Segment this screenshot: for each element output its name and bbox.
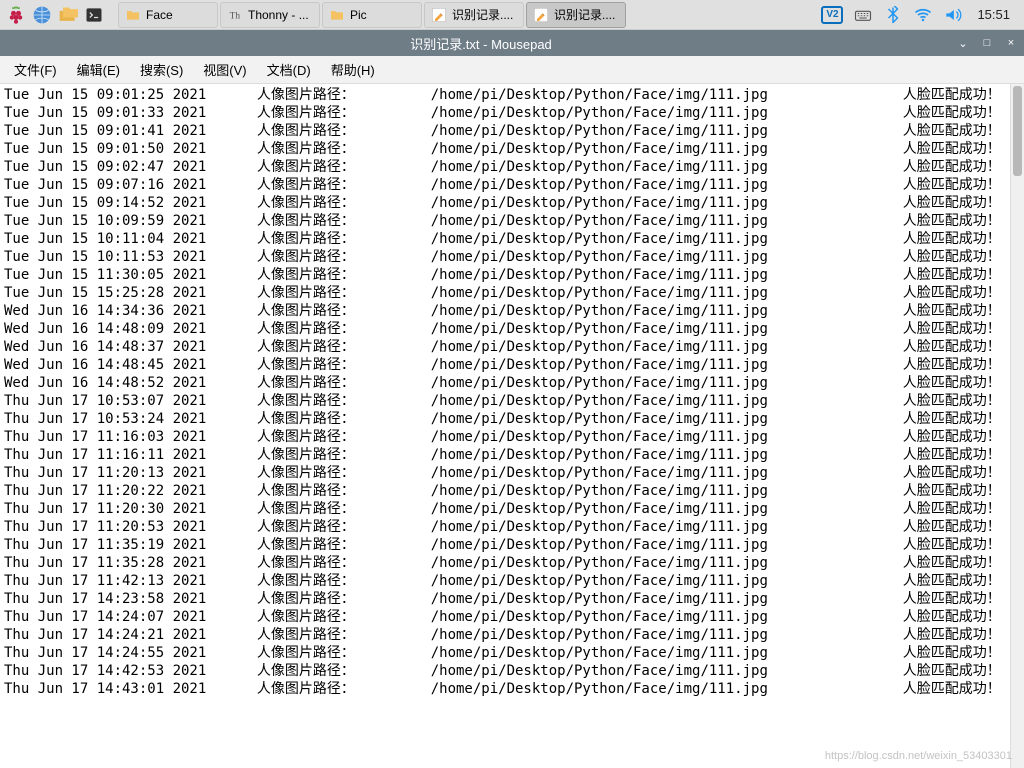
keyboard-icon[interactable]: [853, 5, 873, 25]
scrollbar-thumb[interactable]: [1013, 86, 1022, 176]
app-web-browser[interactable]: [30, 3, 54, 27]
thonny-icon: Th: [227, 7, 243, 23]
window-title: 识别记录.txt - Mousepad: [6, 34, 956, 53]
vertical-scrollbar[interactable]: [1010, 84, 1024, 768]
menu-search[interactable]: 搜索(S): [132, 56, 191, 83]
svg-text:Th: Th: [230, 11, 241, 21]
task-label: Pic: [350, 8, 367, 22]
menu-file[interactable]: 文件(F): [6, 56, 65, 83]
wifi-icon[interactable]: [913, 5, 933, 25]
app-file-manager[interactable]: [56, 3, 80, 27]
system-tray: V2 15:51: [821, 5, 1020, 25]
menu-document[interactable]: 文档(D): [259, 56, 319, 83]
task-thonny[interactable]: Th Thonny - ...: [220, 2, 320, 28]
minimize-button[interactable]: ⌄: [956, 36, 970, 50]
task-mousepad-1[interactable]: 识别记录....: [424, 2, 524, 28]
folder-icon: [125, 7, 141, 23]
vnc-icon[interactable]: V2: [821, 6, 843, 24]
titlebar[interactable]: 识别记录.txt - Mousepad ⌄ □ ×: [0, 30, 1024, 56]
menubar: 文件(F)编辑(E)搜索(S)视图(V)文档(D)帮助(H): [0, 56, 1024, 84]
task-label: 识别记录....: [554, 6, 615, 23]
text-editor-area[interactable]: Tue Jun 15 09:01:25 2021 人像图片路径： /home/p…: [0, 84, 1010, 768]
folder-icon: [329, 7, 345, 23]
task-label: 识别记录....: [452, 6, 513, 23]
task-face-folder[interactable]: Face: [118, 2, 218, 28]
menu-help[interactable]: 帮助(H): [323, 56, 383, 83]
clock[interactable]: 15:51: [973, 7, 1014, 22]
menu-edit[interactable]: 编辑(E): [69, 56, 128, 83]
task-label: Face: [146, 8, 173, 22]
task-mousepad-2[interactable]: 识别记录....: [526, 2, 626, 28]
app-terminal[interactable]: [82, 3, 106, 27]
task-label: Thonny - ...: [248, 8, 309, 22]
maximize-button[interactable]: □: [980, 36, 994, 50]
app-menu-raspberry[interactable]: [4, 3, 28, 27]
pencil-icon: [431, 7, 447, 23]
menu-view[interactable]: 视图(V): [195, 56, 254, 83]
close-button[interactable]: ×: [1004, 36, 1018, 50]
taskbar: Face Th Thonny - ... Pic 识别记录.... 识别记录.... V2…: [0, 0, 1024, 30]
volume-icon[interactable]: [943, 5, 963, 25]
pencil-icon: [533, 7, 549, 23]
task-pic-folder[interactable]: Pic: [322, 2, 422, 28]
mousepad-window: 识别记录.txt - Mousepad ⌄ □ × 文件(F)编辑(E)搜索(S…: [0, 30, 1024, 768]
bluetooth-icon[interactable]: [883, 5, 903, 25]
